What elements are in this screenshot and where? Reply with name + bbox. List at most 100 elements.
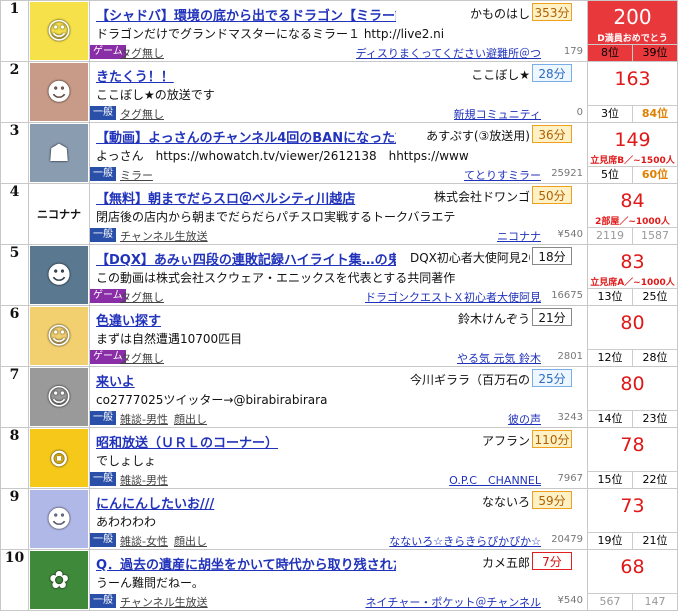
broadcast-title-link[interactable]: 【無料】朝までだらスロ＠ベルシティ川越店 bbox=[96, 188, 396, 207]
broadcast-title-link[interactable]: 【シャドバ】環境の底から出でるドラゴン【ミラー詳細にURL bbox=[96, 5, 396, 24]
category-badge[interactable]: 一般 bbox=[90, 472, 116, 486]
nikonana-icon: ニコナナ bbox=[37, 208, 81, 221]
broadcast-thumbnail[interactable]: ✿ bbox=[30, 551, 88, 609]
score-inner: 78 15位 22位 bbox=[588, 428, 677, 488]
viewer-score: 84 bbox=[620, 190, 645, 212]
tag-link[interactable]: ミラー bbox=[120, 169, 153, 182]
community-link[interactable]: ネイチャー・ポケット＠チャンネル bbox=[365, 594, 541, 610]
community-link[interactable]: 新規コミュニティ bbox=[454, 106, 541, 122]
rank-number: 2 bbox=[0, 61, 29, 123]
table-row: 10 ✿ Q．過去の遺産に胡坐をかいて時代から取り残された動画投稿 カメ五郎7分うーん… bbox=[0, 549, 678, 611]
community-link[interactable]: O.P.C CHANNEL bbox=[449, 472, 541, 488]
owner-name: あすぷす(③放送用) bbox=[426, 129, 530, 143]
broadcast-title-link[interactable]: きたくう！！ bbox=[96, 66, 396, 85]
broadcast-title-link[interactable]: 来いよ bbox=[96, 371, 396, 390]
category-badge[interactable]: 一般 bbox=[90, 594, 116, 608]
broadcast-description: あわわわわ bbox=[96, 515, 157, 529]
rank-left: 19位 bbox=[588, 532, 633, 549]
broadcast-thumbnail[interactable]: ☗ bbox=[30, 124, 88, 182]
broadcast-info: 来いよ今川ギララ（百万石の男）25分 co2777025ツイッター→@birabi… bbox=[89, 366, 588, 428]
broadcast-info-inner: 【シャドバ】環境の底から出でるドラゴン【ミラー詳細にURL かものはし353分ドラ… bbox=[90, 1, 587, 61]
community-link[interactable]: 彼の声 bbox=[508, 411, 541, 427]
owner-name: なないろ bbox=[481, 495, 530, 509]
score-cell: 200 D満員おめでとう 8位 39位 bbox=[587, 0, 678, 62]
tag-link[interactable]: 顔出し bbox=[174, 413, 207, 426]
category-badge[interactable]: 一般 bbox=[90, 167, 116, 181]
score-inner: 80 14位 23位 bbox=[588, 367, 677, 427]
thumbnail-cell: ⊙ bbox=[28, 427, 90, 489]
cartoon-icon: ☺ bbox=[46, 322, 72, 350]
broadcast-info-inner: 来いよ今川ギララ（百万石の男）25分 co2777025ツイッター→@birabi… bbox=[90, 367, 587, 427]
broadcast-title-link[interactable]: にんにんしたいお/// bbox=[96, 493, 396, 512]
owner-name: 今川ギララ（百万石の男） bbox=[410, 373, 530, 387]
community-link[interactable]: やる気 元気 鈴木 bbox=[457, 350, 541, 366]
broadcast-title-link[interactable]: 【動画】よっさんのチャンネル4回のBANになった放送と bbox=[96, 127, 396, 146]
thumbnail-cell: ☻ bbox=[28, 61, 90, 123]
tag-link[interactable]: チャンネル生放送 bbox=[120, 230, 208, 243]
tag-link[interactable]: 雑談-男性 bbox=[120, 413, 168, 426]
score-cell: 83 立見席A／~1000人 13位 25位 bbox=[587, 244, 678, 306]
community-link[interactable]: てとりすミラー bbox=[464, 167, 541, 183]
broadcast-thumbnail[interactable]: ☻ bbox=[30, 490, 88, 548]
thumbnail-cell: ☻ bbox=[28, 244, 90, 306]
viewer-score: 73 bbox=[620, 495, 645, 517]
broadcast-info-inner: 昭和放送（ＵＲＬのコーナー） アフラン 110分 でしょしょ 一般 雑談-男性 O.P.C … bbox=[90, 428, 587, 488]
broadcast-info-inner: Q．過去の遺産に胡坐をかいて時代から取り残された動画投稿 カメ五郎7分うーん難問だ… bbox=[90, 550, 587, 610]
broadcast-description: うーん難問だねー。 bbox=[96, 576, 204, 590]
broadcast-thumbnail[interactable]: ⊙ bbox=[30, 429, 88, 487]
community-link[interactable]: なないろ☆きらきらぴかぴか☆ bbox=[389, 533, 541, 549]
rank-right: 23位 bbox=[633, 410, 677, 427]
broadcast-info: 【DQX】あみぃ四段の連敗記録ハイライト集…の鬼 DQX初心者大使阿見20118分… bbox=[89, 244, 588, 306]
rank-right: 147 bbox=[633, 593, 677, 610]
community-link[interactable]: ディスりまくってください避難所＠つ bbox=[356, 45, 541, 61]
rank-number: 3 bbox=[0, 122, 29, 184]
broadcast-title-link[interactable]: 色違い探す bbox=[96, 310, 396, 329]
category-badge[interactable]: 一般 bbox=[90, 106, 116, 120]
tag-link[interactable]: タグ無し bbox=[120, 47, 164, 60]
tag-link[interactable]: タグ無し bbox=[120, 291, 164, 304]
broadcast-thumbnail[interactable]: ☺ bbox=[30, 368, 88, 426]
table-row: 8 ⊙ 昭和放送（ＵＲＬのコーナー） アフラン 110分 でしょしょ 一般 雑談-男性 O.P.… bbox=[0, 427, 678, 489]
room-status-badge: 立見席A／~1000人 bbox=[590, 278, 675, 288]
member-count: 16675 bbox=[551, 290, 583, 301]
community-link[interactable]: ニコナナ bbox=[497, 228, 541, 244]
tag-link[interactable]: 顔出し bbox=[174, 535, 207, 548]
broadcast-thumbnail[interactable]: ☻ bbox=[30, 63, 88, 121]
broadcast-title-link[interactable]: 昭和放送（ＵＲＬのコーナー） bbox=[96, 432, 396, 451]
tag-link[interactable]: 雑談-女性 bbox=[120, 535, 168, 548]
room-status-badge: 立見席B／~1500人 bbox=[590, 156, 675, 166]
broadcast-description: co2777025ツイッター→@birabirabirara bbox=[96, 393, 328, 407]
category-badge[interactable]: 一般 bbox=[90, 411, 116, 425]
broadcast-description: この動画は株式会社スクウェア・エニックスを代表とする共同著作 bbox=[96, 271, 456, 285]
broadcast-description: まずは自然遭遇10700匹目 bbox=[96, 332, 243, 346]
rank-right: 22位 bbox=[633, 471, 677, 488]
member-count: ¥540 bbox=[557, 229, 583, 240]
category-badge[interactable]: 一般 bbox=[90, 533, 116, 547]
tag-link[interactable]: 雑談-男性 bbox=[120, 474, 168, 487]
broadcast-thumbnail[interactable]: ☺ bbox=[30, 2, 88, 60]
table-row: 4 ニコナナ 【無料】朝までだらスロ＠ベルシティ川越店 株式会社ドワンゴ 50分 閉店後の… bbox=[0, 183, 678, 245]
category-badge[interactable]: 一般 bbox=[90, 228, 116, 242]
broadcast-thumbnail[interactable]: ニコナナ bbox=[30, 185, 88, 243]
tag-link[interactable]: タグ無し bbox=[120, 352, 164, 365]
table-row: 5☻【DQX】あみぃ四段の連敗記録ハイライト集…の鬼DQX初心者大使阿見2011… bbox=[0, 244, 678, 306]
broadcast-info: 色違い探す 鈴木けんぞう 21分 まずは自然遭遇10700匹目 ゲーム タグ無し やる気 元… bbox=[89, 305, 588, 367]
broadcast-thumbnail[interactable]: ☺ bbox=[30, 307, 88, 365]
broadcast-info-inner: 色違い探す 鈴木けんぞう 21分 まずは自然遭遇10700匹目 ゲーム タグ無し やる気 元… bbox=[90, 306, 587, 366]
thumbnail-cell: ✿ bbox=[28, 549, 90, 611]
community-link[interactable]: ドラゴンクエストＸ初心者大使阿見 bbox=[365, 289, 541, 305]
elapsed-time-badge: 353分 bbox=[532, 3, 572, 21]
broadcast-info-inner: きたくう！！ ここぼし★ 28分 ここぼし★の放送です 一般 タグ無し 新規コミュニティ 0 bbox=[90, 62, 587, 122]
broadcast-title-link[interactable]: Q．過去の遺産に胡坐をかいて時代から取り残された動画投稿 bbox=[96, 554, 396, 573]
elapsed-time-badge: 110分 bbox=[532, 430, 572, 448]
broadcast-title-link[interactable]: 【DQX】あみぃ四段の連敗記録ハイライト集…の鬼 bbox=[96, 249, 396, 268]
score-inner: 163 3位 84位 bbox=[588, 62, 677, 122]
broadcast-description: でしょしょ bbox=[96, 454, 157, 468]
broadcast-description: よっさん https://whowatch.tv/viewer/2612138 … bbox=[96, 149, 469, 163]
owner-name: DQX初心者大使阿見201 bbox=[410, 251, 530, 265]
tag-link[interactable]: タグ無し bbox=[120, 108, 164, 121]
broadcast-thumbnail[interactable]: ☻ bbox=[30, 246, 88, 304]
score-inner: 200 D満員おめでとう 8位 39位 bbox=[588, 1, 677, 61]
tag-list: 雑談-男性 顔出し bbox=[120, 411, 213, 427]
thumbnail-cell: ☺ bbox=[28, 305, 90, 367]
